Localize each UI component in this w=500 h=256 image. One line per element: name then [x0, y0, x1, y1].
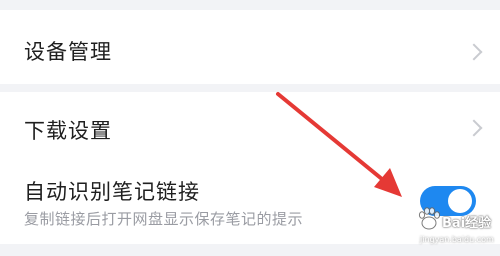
device-management-label: 设备管理	[24, 40, 112, 64]
settings-row-auto-link: 自动识别笔记链接 复制链接后打开网盘显示保存笔记的提示	[0, 158, 500, 244]
auto-link-description: 复制链接后打开网盘显示保存笔记的提示	[24, 210, 304, 228]
top-divider	[0, 0, 500, 10]
auto-link-toggle[interactable]	[420, 186, 476, 216]
toggle-knob	[448, 189, 472, 213]
chevron-right-icon	[465, 119, 483, 137]
settings-row-device-management[interactable]: 设备管理	[0, 10, 500, 84]
chevron-right-icon	[465, 43, 483, 61]
auto-link-label: 自动识别笔记链接	[24, 180, 200, 204]
settings-screen: 设备管理 下载设置 自动识别笔记链接 复制链接后打开网盘显示保存笔记的提示 Ba…	[0, 0, 500, 256]
settings-row-download-settings[interactable]: 下载设置	[0, 92, 500, 158]
download-settings-label: 下载设置	[24, 119, 112, 143]
